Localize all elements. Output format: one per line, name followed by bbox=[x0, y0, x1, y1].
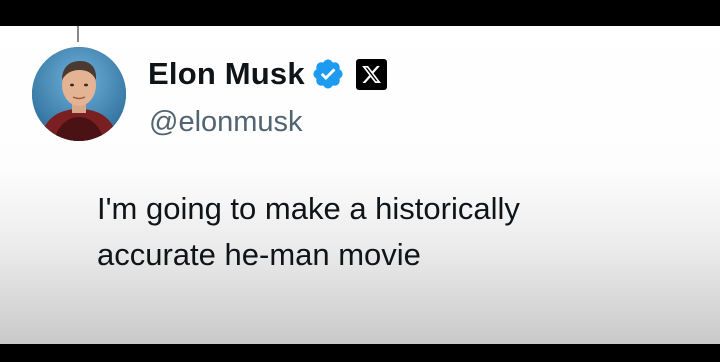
tweet-text-line: I'm going to make a historically bbox=[97, 191, 520, 226]
profile-avatar[interactable] bbox=[32, 47, 126, 141]
author-row: Elon Musk bbox=[148, 54, 387, 94]
author-display-name[interactable]: Elon Musk bbox=[148, 56, 305, 92]
author-handle[interactable]: @elonmusk bbox=[149, 106, 303, 139]
verified-badge-icon bbox=[313, 59, 343, 89]
tweet-text-line: accurate he-man movie bbox=[97, 237, 421, 272]
tweet-card: Elon Musk @elonmusk I'm going to make a … bbox=[0, 26, 720, 344]
tweet-text: I'm going to make a historically accurat… bbox=[97, 186, 697, 278]
x-logo-icon[interactable] bbox=[355, 58, 387, 90]
divider-mark bbox=[77, 26, 79, 42]
